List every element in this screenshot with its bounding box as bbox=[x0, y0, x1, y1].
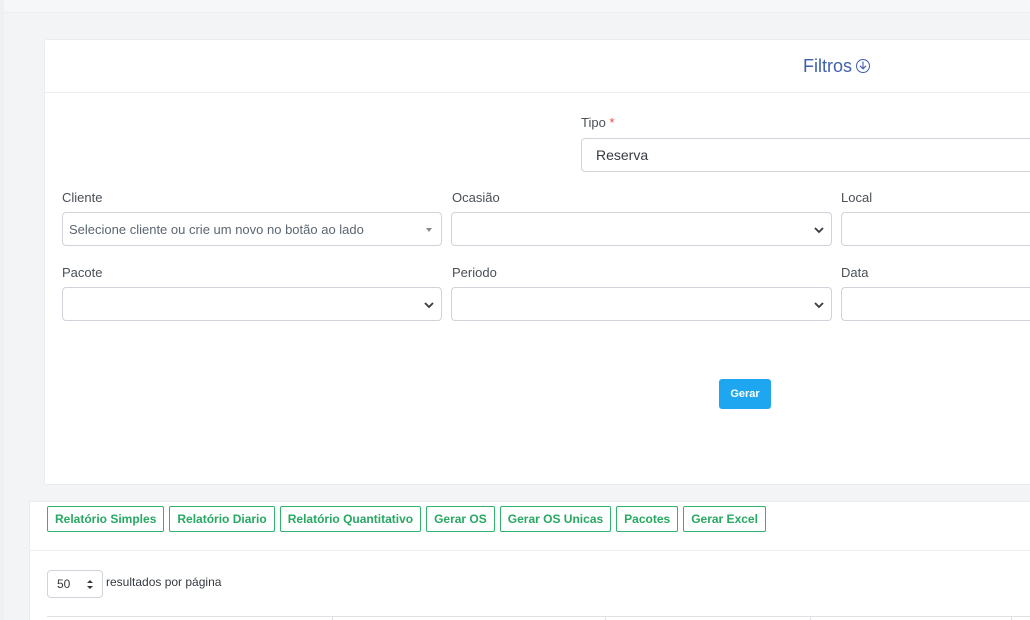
report-toolbar: Relatório Simples Relatório Diario Relat… bbox=[47, 506, 766, 532]
tipo-select[interactable]: Reserva bbox=[581, 138, 1030, 172]
filters-card: Filtros Tipo * Reserva Cliente Selecione… bbox=[44, 39, 1030, 485]
gerar-excel-button[interactable]: Gerar Excel bbox=[683, 506, 766, 532]
results-card: Relatório Simples Relatório Diario Relat… bbox=[29, 501, 1030, 620]
per-page-select[interactable]: 50 bbox=[47, 570, 103, 598]
cliente-label: Cliente bbox=[62, 190, 103, 205]
periodo-select[interactable] bbox=[451, 287, 832, 321]
local-label: Local bbox=[841, 190, 873, 205]
relatorio-quantitativo-button[interactable]: Relatório Quantitativo bbox=[279, 506, 422, 532]
ocasiao-select[interactable] bbox=[451, 212, 832, 246]
cliente-select[interactable]: Selecione cliente ou crie um novo no bot… bbox=[62, 212, 442, 246]
filters-title[interactable]: Filtros bbox=[803, 56, 870, 77]
relatorio-simples-button[interactable]: Relatório Simples bbox=[47, 506, 165, 532]
filters-header[interactable]: Filtros bbox=[45, 40, 1030, 93]
results-divider bbox=[30, 550, 1030, 551]
chevron-down-icon bbox=[814, 302, 824, 309]
ocasiao-label: Ocasião bbox=[452, 190, 500, 205]
pacote-select[interactable] bbox=[62, 287, 442, 321]
chevron-down-icon bbox=[814, 227, 824, 234]
required-mark: * bbox=[609, 115, 615, 130]
tipo-select-value: Reserva bbox=[596, 147, 649, 163]
cliente-placeholder: Selecione cliente ou crie um novo no bot… bbox=[69, 221, 364, 237]
pacotes-button[interactable]: Pacotes bbox=[616, 506, 679, 532]
tipo-label: Tipo * bbox=[581, 115, 615, 130]
gerar-os-button[interactable]: Gerar OS bbox=[426, 506, 495, 532]
results-table-header bbox=[47, 616, 1030, 620]
data-input[interactable] bbox=[841, 287, 1030, 321]
periodo-label: Periodo bbox=[452, 265, 497, 280]
gerar-os-unicas-button[interactable]: Gerar OS Unicas bbox=[499, 506, 612, 532]
chevron-down-icon bbox=[424, 302, 434, 309]
per-page-value: 50 bbox=[57, 577, 71, 591]
circle-arrow-down-icon[interactable] bbox=[856, 58, 870, 73]
up-down-arrows-icon bbox=[87, 580, 93, 589]
relatorio-diario-button[interactable]: Relatório Diario bbox=[169, 506, 275, 532]
tipo-label-text: Tipo bbox=[581, 115, 606, 130]
pacote-label: Pacote bbox=[62, 265, 103, 280]
gerar-button[interactable]: Gerar bbox=[719, 379, 771, 409]
local-input[interactable] bbox=[841, 212, 1030, 246]
data-label: Data bbox=[841, 265, 869, 280]
caret-down-icon bbox=[426, 228, 432, 232]
left-edge bbox=[0, 0, 4, 620]
filters-title-text: Filtros bbox=[803, 56, 852, 76]
top-bar bbox=[0, 0, 1030, 13]
per-page-label: resultados por página bbox=[106, 575, 222, 589]
